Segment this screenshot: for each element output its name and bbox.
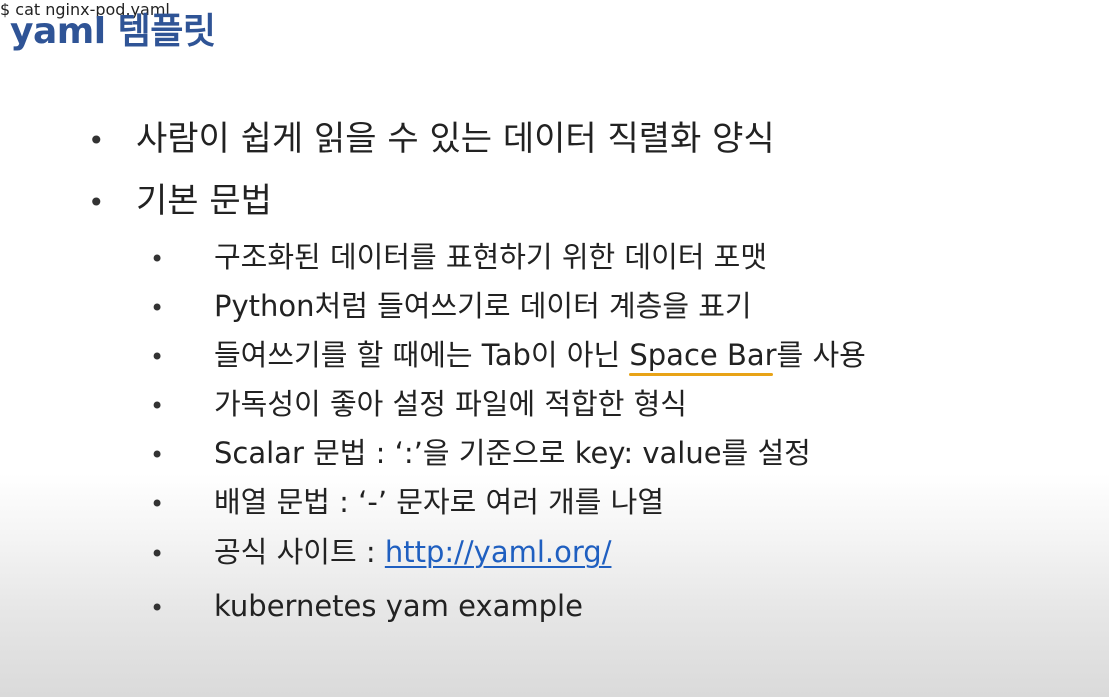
slide: yaml 템플릿 • 사람이 쉽게 읽을 수 있는 데이터 직렬화 양식 • 기본 …: [0, 0, 1109, 697]
annotation-underline: [629, 373, 773, 376]
highlight-text: Space Bar: [629, 338, 777, 372]
bullet-level1: • 사람이 쉽게 읽을 수 있는 데이터 직렬화 양식: [88, 118, 775, 162]
bullet-text: 기본 문법: [136, 181, 272, 221]
bullet-level2: • 공식 사이트 : http://yaml.org/: [150, 533, 611, 573]
bullet-icon: •: [88, 186, 105, 219]
bullet-level2: • 들여쓰기를 할 때에는 Tab이 아닌 Space Bar 를 사용: [150, 336, 866, 376]
bullet-icon: •: [150, 245, 165, 273]
bullet-text: 가독성이 좋아 설정 파일에 적합한 형식: [214, 387, 687, 421]
bullet-level2: • 구조화된 데이터를 표현하기 위한 데이터 포맷: [150, 238, 767, 278]
bullet-level2: • kubernetes yam example: [150, 587, 583, 627]
bullet-level2: • Scalar 문법 : ‘:’을 기준으로 key: value를 설정: [150, 434, 811, 474]
bullet-icon: •: [150, 540, 165, 568]
bullet-text-suffix: 를 사용: [776, 338, 866, 372]
bullet-text: 배열 문법 : ‘-’ 문자로 여러 개를 나열: [214, 485, 665, 519]
bullet-level1: • 기본 문법: [88, 180, 272, 224]
bullet-text: kubernetes yam example: [214, 589, 583, 623]
bullet-icon: •: [150, 441, 165, 469]
bullet-text-prefix: 들여쓰기를 할 때에는 Tab이 아닌: [214, 338, 630, 372]
bullet-level2: • 배열 문법 : ‘-’ 문자로 여러 개를 나열: [150, 483, 664, 523]
bullet-text: 구조화된 데이터를 표현하기 위한 데이터 포맷: [214, 240, 768, 274]
yaml-org-link[interactable]: http://yaml.org/: [385, 535, 612, 569]
space-bar-highlight: Space Bar: [629, 336, 777, 376]
bullet-level2: • Python처럼 들여쓰기로 데이터 계층을 표기: [150, 287, 752, 327]
bullet-text: Python처럼 들여쓰기로 데이터 계층을 표기: [214, 289, 752, 323]
slide-title: yaml 템플릿: [10, 11, 216, 52]
bullet-level2: • 가독성이 좋아 설정 파일에 적합한 형식: [150, 385, 687, 425]
bullet-text-prefix: 공식 사이트 :: [214, 535, 385, 569]
bullet-icon: •: [150, 490, 165, 518]
bullet-icon: •: [88, 124, 105, 157]
bullet-icon: •: [150, 294, 165, 322]
bullet-icon: •: [150, 594, 165, 622]
bullet-icon: •: [150, 343, 165, 371]
bullet-text: 사람이 쉽게 읽을 수 있는 데이터 직렬화 양식: [136, 119, 775, 159]
bullet-icon: •: [150, 392, 165, 420]
bullet-text: Scalar 문법 : ‘:’을 기준으로 key: value를 설정: [214, 436, 811, 470]
